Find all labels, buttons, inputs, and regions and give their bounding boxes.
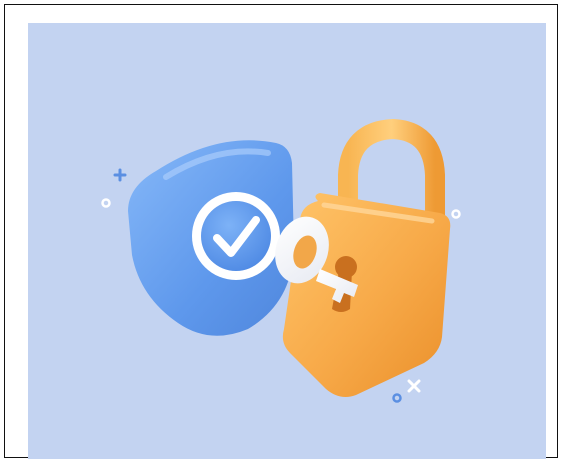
security-illustration xyxy=(101,118,461,403)
sparkle-ring-icon xyxy=(101,198,111,208)
sparkle-plus-icon xyxy=(407,379,421,393)
illustration-canvas xyxy=(28,23,546,459)
checkmark-icon xyxy=(192,192,280,280)
sparkle-plus-icon xyxy=(113,168,127,182)
image-frame xyxy=(4,4,558,459)
sparkle-ring-icon xyxy=(451,209,461,219)
sparkle-ring-icon xyxy=(392,393,402,403)
